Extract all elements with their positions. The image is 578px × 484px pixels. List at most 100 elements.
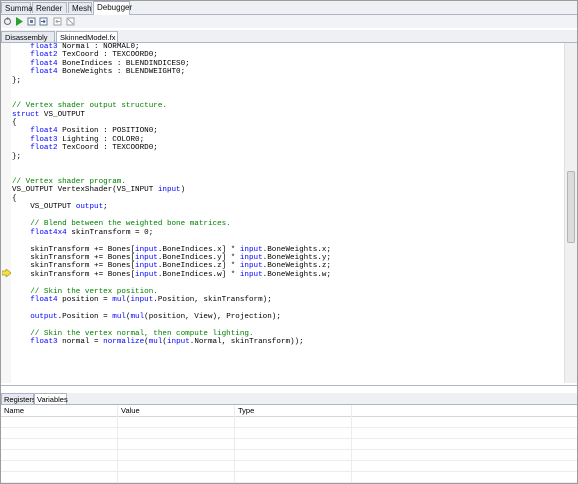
- table-row[interactable]: [1, 428, 577, 439]
- code-keyword: float3: [30, 43, 58, 51]
- code-line[interactable]: output.Position = mul(mul(position, View…: [12, 313, 563, 321]
- tab-summary[interactable]: Summary: [1, 2, 39, 13]
- tab-debugger[interactable]: Debugger: [93, 1, 132, 15]
- table-row[interactable]: [1, 439, 577, 450]
- code-line[interactable]: skinTransform += Bones[input.BoneIndices…: [12, 271, 563, 279]
- code-line[interactable]: [12, 94, 563, 102]
- code-token: BoneWeights : BLENDWEIGHT0;: [57, 68, 186, 77]
- step-over-icon[interactable]: [27, 17, 36, 26]
- code-token: .BoneWeights.w;: [262, 270, 332, 279]
- code-keyword: float4: [30, 296, 58, 305]
- breakpoint-gutter[interactable]: [1, 43, 11, 383]
- scrollbar-thumb[interactable]: [567, 171, 575, 243]
- code-keyword: input: [135, 262, 158, 271]
- run-to-cursor-icon[interactable]: [66, 17, 75, 26]
- code-comment: // Skin the vertex normal, then compute …: [12, 329, 254, 338]
- tab-disassembly[interactable]: Disassembly: [1, 31, 55, 42]
- code-token: VS_OUTPUT: [12, 203, 76, 212]
- tab-mesh[interactable]: Mesh: [68, 2, 92, 13]
- step-into-icon[interactable]: [39, 17, 48, 26]
- code-line[interactable]: {: [12, 195, 563, 203]
- vertical-scrollbar[interactable]: [564, 43, 577, 383]
- code-text[interactable]: float3 Normal : NORMAL0; float2 TexCoord…: [12, 43, 563, 383]
- code-token: skinTransform += Bones[: [12, 262, 136, 271]
- variables-table-header: Name Value Type: [1, 405, 577, 417]
- code-token: Lighting : COLOR0;: [57, 135, 145, 144]
- code-line[interactable]: skinTransform += Bones[input.BoneIndices…: [12, 254, 563, 262]
- table-row[interactable]: [1, 461, 577, 472]
- code-line[interactable]: float4 Position : POSITION0;: [12, 127, 563, 135]
- code-keyword: input: [135, 253, 158, 262]
- code-line[interactable]: float4 BoneWeights : BLENDWEIGHT0;: [12, 68, 563, 76]
- tab-registers[interactable]: Registers: [1, 393, 36, 404]
- code-line[interactable]: };: [12, 153, 563, 161]
- code-line[interactable]: [12, 212, 563, 220]
- code-keyword: input: [239, 245, 263, 254]
- code-keyword: float2: [30, 144, 58, 153]
- tab-render[interactable]: Render: [32, 2, 67, 13]
- code-keyword: input: [239, 270, 263, 279]
- code-keyword: float4: [30, 127, 58, 136]
- code-line[interactable]: };: [12, 77, 563, 85]
- code-token: VS_OUTPUT: [39, 110, 85, 119]
- code-token: TexCoord : TEXCOORD0;: [57, 144, 158, 153]
- code-keyword: mul: [148, 338, 163, 347]
- code-line[interactable]: struct VS_OUTPUT: [12, 111, 563, 119]
- code-line[interactable]: VS_OUTPUT output;: [12, 203, 563, 211]
- code-line[interactable]: float3 Normal : NORMAL0;: [12, 43, 563, 51]
- column-header-type[interactable]: Type: [235, 405, 352, 416]
- code-line[interactable]: // Skin the vertex normal, then compute …: [12, 330, 563, 338]
- code-line[interactable]: skinTransform += Bones[input.BoneIndices…: [12, 246, 563, 254]
- code-keyword: input: [157, 186, 181, 195]
- code-keyword: output: [75, 203, 104, 212]
- code-line[interactable]: [12, 85, 563, 93]
- code-line[interactable]: float4 position = mul(input.Position, sk…: [12, 296, 563, 304]
- code-line[interactable]: VS_OUTPUT VertexShader(VS_INPUT input): [12, 186, 563, 194]
- code-line[interactable]: skinTransform += Bones[input.BoneIndices…: [12, 262, 563, 270]
- shader-source-editor[interactable]: float3 Normal : NORMAL0; float2 TexCoord…: [1, 43, 577, 386]
- code-keyword: mul: [130, 313, 145, 321]
- code-line[interactable]: [12, 279, 563, 287]
- code-line[interactable]: [12, 237, 563, 245]
- code-token: Position : POSITION0;: [57, 127, 158, 136]
- code-line[interactable]: float2 TexCoord : TEXCOORD0;: [12, 51, 563, 59]
- run-icon[interactable]: [15, 17, 24, 26]
- restart-icon[interactable]: [3, 17, 12, 26]
- code-token: };: [12, 76, 22, 85]
- code-line[interactable]: // Skin the vertex position.: [12, 288, 563, 296]
- code-line[interactable]: float4x4 skinTransform = 0;: [12, 229, 563, 237]
- table-row[interactable]: [1, 472, 577, 483]
- code-token: .BoneIndices.w] *: [157, 270, 240, 279]
- code-line[interactable]: {: [12, 119, 563, 127]
- tab-variables[interactable]: Variables: [34, 393, 68, 404]
- code-line[interactable]: [12, 161, 563, 169]
- code-line[interactable]: // Vertex shader output structure.: [12, 102, 563, 110]
- code-line[interactable]: float4 BoneIndices : BLENDINDICES0;: [12, 60, 563, 68]
- code-keyword: struct: [12, 110, 40, 119]
- code-keyword: float2: [30, 51, 58, 60]
- code-line[interactable]: // Blend between the weighted bone matri…: [12, 220, 563, 228]
- code-line[interactable]: float3 Lighting : COLOR0;: [12, 136, 563, 144]
- code-token: skinTransform += Bones[: [12, 245, 136, 254]
- code-line[interactable]: float2 TexCoord : TEXCOORD0;: [12, 144, 563, 152]
- column-header-value[interactable]: Value: [118, 405, 235, 416]
- code-line[interactable]: [12, 305, 563, 313]
- column-header-name[interactable]: Name: [1, 405, 118, 416]
- tab-skinnedmodel-fx[interactable]: SkinnedModel.fx: [56, 31, 118, 42]
- table-row[interactable]: [1, 417, 577, 428]
- file-tab-strip: Disassembly SkinnedModel.fx: [1, 30, 577, 43]
- code-line[interactable]: float3 normal = normalize(mul(input.Norm…: [12, 338, 563, 346]
- code-keyword: input: [239, 253, 263, 262]
- table-row[interactable]: [1, 450, 577, 461]
- code-token: (position, View), Projection);: [144, 313, 281, 321]
- code-keyword: mul: [112, 313, 126, 321]
- code-line[interactable]: [12, 170, 563, 178]
- step-out-icon[interactable]: [53, 17, 62, 26]
- code-line[interactable]: // Vertex shader program.: [12, 178, 563, 186]
- variables-table[interactable]: Name Value Type: [1, 405, 577, 483]
- code-token: ;: [103, 203, 108, 212]
- code-line[interactable]: [12, 321, 563, 329]
- code-token: .Normal, skinTransform));: [189, 338, 304, 347]
- code-token: Normal : NORMAL0;: [57, 43, 140, 51]
